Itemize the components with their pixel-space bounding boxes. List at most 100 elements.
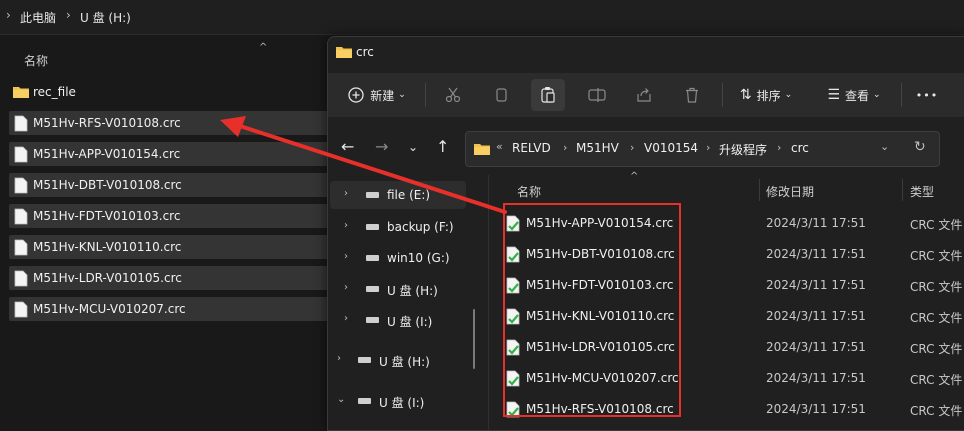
rename-icon (588, 88, 606, 102)
file-icon (506, 215, 520, 236)
title-bar[interactable]: crc (328, 37, 964, 67)
chevron-right-icon[interactable]: › (344, 220, 348, 231)
file-row[interactable]: M51Hv-LDR-V010105.crc (9, 266, 349, 290)
file-row[interactable]: M51Hv-APP-V010154.crc 2024/3/11 17:51 CRC … (489, 208, 964, 239)
column-header-name[interactable]: 名称 (517, 183, 541, 200)
file-date: 2024/3/11 17:51 (766, 278, 866, 292)
breadcrumb-usb-h[interactable]: U 盘 (H:) (80, 9, 131, 26)
chevron-right-icon[interactable]: › (344, 282, 348, 293)
copy-button[interactable] (486, 79, 516, 111)
drive-icon (366, 192, 379, 198)
address-segment[interactable]: 升级程序 (719, 141, 767, 158)
folder-icon (474, 144, 490, 155)
column-header-name[interactable]: 名称 (24, 52, 48, 69)
cut-button[interactable] (438, 79, 468, 111)
file-row[interactable]: M51Hv-DBT-V010108.crc 2024/3/11 17:51 CRC … (489, 239, 964, 270)
column-header-type[interactable]: 类型 (910, 183, 934, 200)
address-bar[interactable]: « RELVD › M51HV › V010154 › 升级程序 › crc ⌄… (465, 131, 940, 167)
nav-item-drive[interactable]: › backup (F:) (330, 213, 466, 241)
address-segment[interactable]: RELVD (512, 141, 551, 155)
drive-icon (358, 357, 371, 363)
share-button[interactable] (629, 79, 659, 111)
address-segment[interactable]: M51HV (576, 141, 619, 155)
view-label: 查看 (845, 88, 870, 103)
file-row[interactable]: M51Hv-DBT-V010108.crc (9, 173, 349, 197)
file-date: 2024/3/11 17:51 (766, 340, 866, 354)
file-type: CRC 文件 (910, 311, 963, 325)
address-segment[interactable]: crc (791, 141, 809, 155)
address-segment[interactable]: V010154 (644, 141, 698, 155)
breadcrumb-this-pc[interactable]: 此电脑 (20, 9, 56, 26)
file-row[interactable]: M51Hv-FDT-V010103.crc 2024/3/11 17:51 CRC … (489, 270, 964, 301)
chevron-right-icon[interactable]: › (344, 251, 348, 262)
sort-up-icon: ^ (259, 42, 268, 53)
nav-item-drive[interactable]: › file (E:) (330, 181, 466, 209)
crc-file-check-icon (506, 308, 520, 325)
file-icon (14, 115, 28, 136)
overflow-chevron-icon[interactable]: « (496, 140, 503, 153)
share-icon (637, 88, 651, 102)
file-row[interactable]: M51Hv-FDT-V010103.crc (9, 204, 349, 228)
file-icon (14, 208, 28, 229)
delete-button[interactable] (677, 79, 707, 111)
nav-item-drive[interactable]: › U 盘 (H:) (330, 346, 466, 374)
chevron-down-icon[interactable]: ⌄ (337, 394, 345, 405)
crc-file-icon (14, 270, 28, 287)
chevron-right-icon[interactable]: › (337, 353, 341, 364)
more-options-button[interactable]: ••• (912, 79, 942, 111)
file-row[interactable]: M51Hv-APP-V010154.crc (9, 142, 349, 166)
paste-button[interactable] (531, 79, 565, 111)
toolbar-divider (901, 83, 902, 107)
file-icon (14, 146, 28, 167)
nav-scrollbar[interactable] (473, 309, 475, 369)
view-button[interactable]: ☰ 查看 ⌄ (821, 79, 887, 111)
front-explorer-window: crc 新建 ⌄ ⇅ 排序 ⌄ ☰ 查看 ⌄ ••• ← → ⌄ ↑ « REL… (327, 36, 964, 431)
file-row[interactable]: M51Hv-RFS-V010108.crc 2024/3/11 17:51 CRC … (489, 394, 964, 425)
new-button[interactable]: 新建 ⌄ (342, 79, 412, 111)
rename-button[interactable] (582, 79, 612, 111)
file-row[interactable]: M51Hv-LDR-V010105.crc 2024/3/11 17:51 CRC … (489, 332, 964, 363)
chevron-right-icon[interactable]: › (344, 313, 348, 324)
column-divider[interactable] (759, 179, 760, 201)
drive-icon (366, 317, 379, 323)
forward-arrow-icon[interactable]: → (375, 137, 388, 156)
file-type: CRC 文件 (910, 404, 963, 418)
drive-icon (366, 255, 379, 261)
chevron-right-icon[interactable]: › (344, 188, 348, 199)
file-icon (506, 308, 520, 329)
refresh-icon[interactable]: ↻ (914, 139, 926, 155)
file-row[interactable]: M51Hv-MCU-V010207.crc 2024/3/11 17:51 CRC … (489, 363, 964, 394)
file-icon (506, 277, 520, 298)
back-address-bar[interactable]: › 此电脑 › U 盘 (H:) (0, 0, 964, 35)
sort-button[interactable]: ⇅ 排序 ⌄ (733, 79, 799, 111)
column-header-date[interactable]: 修改日期 (766, 183, 814, 200)
chevron-right-icon: › (6, 8, 11, 22)
nav-item-drive[interactable]: ⌄ U 盘 (I:) (330, 387, 466, 415)
new-label: 新建 (370, 88, 395, 103)
scissors-icon (445, 87, 461, 103)
back-arrow-icon[interactable]: ← (341, 137, 354, 156)
file-name: M51Hv-DBT-V010108.crc (526, 247, 675, 261)
recent-locations-chevron-icon[interactable]: ⌄ (408, 140, 418, 154)
file-row[interactable]: M51Hv-MCU-V010207.crc (9, 297, 349, 321)
column-divider[interactable] (902, 179, 903, 201)
file-icon (506, 370, 520, 391)
chevron-down-icon: ⌄ (784, 90, 793, 100)
address-history-chevron-icon[interactable]: ⌄ (880, 140, 889, 153)
file-name: M51Hv-MCU-V010207.crc (33, 302, 186, 316)
file-row[interactable]: M51Hv-KNL-V010110.crc 2024/3/11 17:51 CRC … (489, 301, 964, 332)
file-icon (506, 401, 520, 422)
chevron-down-icon: ⌄ (398, 90, 406, 100)
file-row[interactable]: M51Hv-KNL-V010110.crc (9, 235, 349, 259)
crc-file-icon (14, 146, 28, 163)
window-title: crc (356, 45, 374, 59)
nav-item-drive[interactable]: › U 盘 (H:) (330, 275, 466, 303)
nav-item-drive[interactable]: › U 盘 (I:) (330, 306, 466, 334)
chevron-right-icon: › (563, 141, 568, 154)
up-arrow-icon[interactable]: ↑ (436, 137, 449, 156)
file-row[interactable]: M51Hv-RFS-V010108.crc (9, 111, 349, 135)
plus-circle-icon (348, 87, 364, 103)
nav-item-drive[interactable]: › win10 (G:) (330, 244, 466, 272)
file-name: M51Hv-FDT-V010103.crc (526, 278, 674, 292)
file-date: 2024/3/11 17:51 (766, 402, 866, 416)
